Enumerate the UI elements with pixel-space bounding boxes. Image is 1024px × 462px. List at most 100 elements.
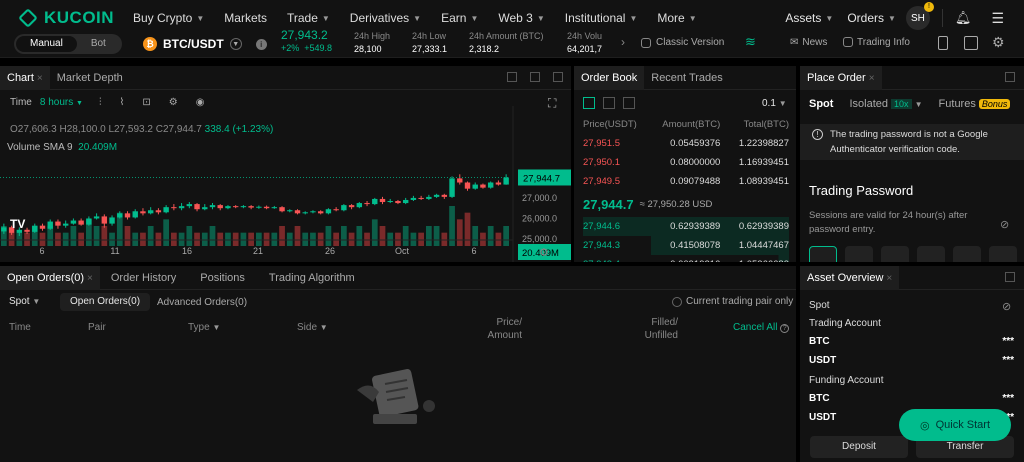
candle-body bbox=[225, 206, 231, 209]
info-icon[interactable]: i bbox=[255, 38, 267, 50]
close-icon[interactable]: × bbox=[87, 273, 93, 284]
candle-body bbox=[47, 221, 53, 229]
book-both-icon[interactable] bbox=[583, 97, 595, 109]
candle-body bbox=[171, 207, 177, 209]
precision-select[interactable]: 0.1 ▼ bbox=[762, 98, 787, 109]
col-type[interactable]: Type ▼ bbox=[188, 322, 220, 333]
volume-bar bbox=[387, 232, 394, 246]
book-bids-icon[interactable] bbox=[623, 97, 635, 109]
news-link[interactable]: ✉ News bbox=[790, 37, 827, 48]
cancel-all-button[interactable]: Cancel All ? bbox=[733, 322, 790, 333]
candle-body bbox=[186, 204, 193, 207]
tab-asset-overview[interactable]: Asset Overview × bbox=[800, 265, 900, 290]
trading-info-label: Trading Info bbox=[857, 37, 910, 48]
volume-bar bbox=[464, 212, 471, 246]
bell-icon[interactable]: 🔔︎ bbox=[955, 10, 972, 26]
layout-grid-icon[interactable] bbox=[964, 36, 978, 50]
tab-trading-algorithm[interactable]: Trading Algorithm bbox=[262, 266, 362, 290]
volume-bar bbox=[418, 232, 424, 246]
pin-box-2[interactable] bbox=[845, 246, 873, 262]
tab-positions[interactable]: Positions bbox=[193, 266, 252, 290]
trading-info-link[interactable]: Trading Info bbox=[843, 37, 910, 48]
current-pair-checkbox[interactable]: Current trading pair only bbox=[672, 296, 793, 307]
sub-tab-open-orders[interactable]: Open Orders(0) bbox=[60, 293, 151, 311]
orders-tabs: Open Orders(0) × Order History Positions Tra… bbox=[0, 265, 796, 290]
change-amount: +549.8 bbox=[304, 43, 333, 53]
bid-row[interactable]: 27,943.40.009192161.05366683 bbox=[583, 255, 789, 262]
tab-place-order[interactable]: Place Order × bbox=[800, 66, 882, 90]
last-price-block: 27,943.2 +2% +549.8 bbox=[281, 29, 332, 55]
book-asks-icon[interactable] bbox=[603, 97, 615, 109]
volume-bar bbox=[140, 232, 146, 246]
bid-row[interactable]: 27,944.3 0.41508078 1.04447467 bbox=[583, 236, 789, 255]
price-chart[interactable]: 28,000.027,000.026,000.025,000.027,944.7… bbox=[0, 66, 571, 262]
panel-popout-icon[interactable] bbox=[1005, 72, 1015, 82]
classic-version-link[interactable]: Classic Version bbox=[641, 37, 724, 48]
nav-item-trade[interactable]: Trade ▼ bbox=[287, 11, 330, 25]
ask-row[interactable]: 27,950.1 0.08000000 1.16939451 bbox=[583, 153, 789, 172]
ask-row[interactable]: 27,951.5 0.05459376 1.22398827 bbox=[583, 134, 789, 153]
avatar[interactable]: SH! bbox=[905, 2, 934, 30]
nav-item-markets[interactable]: Markets bbox=[224, 11, 267, 25]
nav-item-more[interactable]: More ▼ bbox=[657, 11, 696, 25]
pin-box-5[interactable] bbox=[953, 246, 981, 262]
pair-selector[interactable]: ₿ BTC/USDT ▼ i bbox=[143, 37, 267, 51]
hamburger-menu-icon[interactable]: ☰ bbox=[991, 10, 1004, 27]
ask-row[interactable]: 27,949.5 0.09079488 1.08939451 bbox=[583, 172, 789, 191]
candle-body bbox=[287, 210, 293, 212]
notification-dot: ! bbox=[923, 2, 934, 12]
sub-tab-advanced-orders[interactable]: Advanced Orders(0) bbox=[157, 297, 247, 308]
nav-item-institutional[interactable]: Institutional ▼ bbox=[565, 11, 638, 25]
chevron-down-icon: ▼ bbox=[536, 13, 545, 23]
kucoin-logo[interactable]: KUCOIN bbox=[18, 8, 128, 28]
asset-balance-hidden: *** bbox=[1002, 355, 1014, 366]
chevron-down-icon[interactable]: ▼ bbox=[229, 38, 242, 50]
nav-item-derivatives[interactable]: Derivatives ▼ bbox=[350, 11, 421, 25]
chart-gear-icon[interactable]: ⚙ bbox=[539, 247, 549, 259]
bot-mode-button[interactable]: Bot bbox=[77, 36, 120, 52]
candle-body bbox=[194, 204, 200, 210]
deposit-button[interactable]: Deposit bbox=[810, 436, 908, 458]
candle-body bbox=[464, 182, 471, 189]
candle-body bbox=[70, 220, 77, 224]
tab-order-history[interactable]: Order History bbox=[104, 266, 183, 290]
tab-open-orders-[interactable]: Open Orders(0) × bbox=[0, 265, 100, 290]
orders-menu[interactable]: Orders bbox=[847, 11, 884, 25]
eye-off-icon[interactable]: ⊘ bbox=[1000, 218, 1009, 231]
manual-mode-button[interactable]: Manual bbox=[16, 36, 77, 52]
password-input[interactable] bbox=[809, 246, 1017, 262]
volume-bar bbox=[240, 232, 247, 246]
nav-item-buy-crypto[interactable]: Buy Crypto ▼ bbox=[133, 11, 204, 25]
layout-phone-icon[interactable] bbox=[938, 36, 948, 50]
volume-bar bbox=[426, 226, 432, 246]
tab-recent-trades[interactable]: Recent Trades bbox=[644, 66, 730, 90]
assets-menu[interactable]: Assets bbox=[785, 11, 821, 25]
quick-start-button[interactable]: ◎ Quick Start bbox=[899, 409, 1011, 441]
nav-item-earn[interactable]: Earn ▼ bbox=[441, 11, 478, 25]
close-icon[interactable]: × bbox=[886, 273, 892, 284]
pin-box-4[interactable] bbox=[917, 246, 945, 262]
settings-gear-icon[interactable]: ⚙ bbox=[992, 34, 1005, 51]
tab-futures[interactable]: Futures Bonus bbox=[939, 98, 1011, 110]
orderbook-panel: Order Book Recent Trades 0.1 ▼ Price(USD… bbox=[574, 66, 796, 262]
panel-popout-icon[interactable] bbox=[1005, 272, 1015, 282]
pin-box-6[interactable] bbox=[989, 246, 1017, 262]
candle-body bbox=[402, 199, 409, 204]
ask-amount: 0.08000000 bbox=[670, 157, 721, 168]
tab-spot[interactable]: Spot bbox=[809, 98, 833, 110]
orderbook-table: Price(USDT) Amount(BTC) Total(BTC) 27,951.5… bbox=[583, 115, 789, 262]
market-filter[interactable]: Spot ▼ bbox=[9, 296, 40, 307]
nav-item-web-3[interactable]: Web 3 ▼ bbox=[498, 11, 544, 25]
volume-bar bbox=[395, 232, 401, 246]
pin-box-1[interactable] bbox=[809, 246, 837, 262]
book-view-toggle bbox=[583, 97, 635, 109]
close-icon[interactable]: × bbox=[869, 73, 875, 84]
col-side[interactable]: Side ▼ bbox=[297, 322, 328, 333]
pin-box-3[interactable] bbox=[881, 246, 909, 262]
x-tick-label: 6 bbox=[39, 246, 44, 256]
tab-isolated[interactable]: Isolated 10x ▼ bbox=[849, 98, 922, 110]
tab-order-book[interactable]: Order Book bbox=[574, 66, 645, 90]
chevron-right-icon[interactable]: › bbox=[621, 35, 625, 49]
eye-off-icon[interactable]: ⊘ bbox=[1002, 300, 1011, 313]
bid-row[interactable]: 27,944.6 0.62939389 0.62939389 bbox=[583, 217, 789, 236]
